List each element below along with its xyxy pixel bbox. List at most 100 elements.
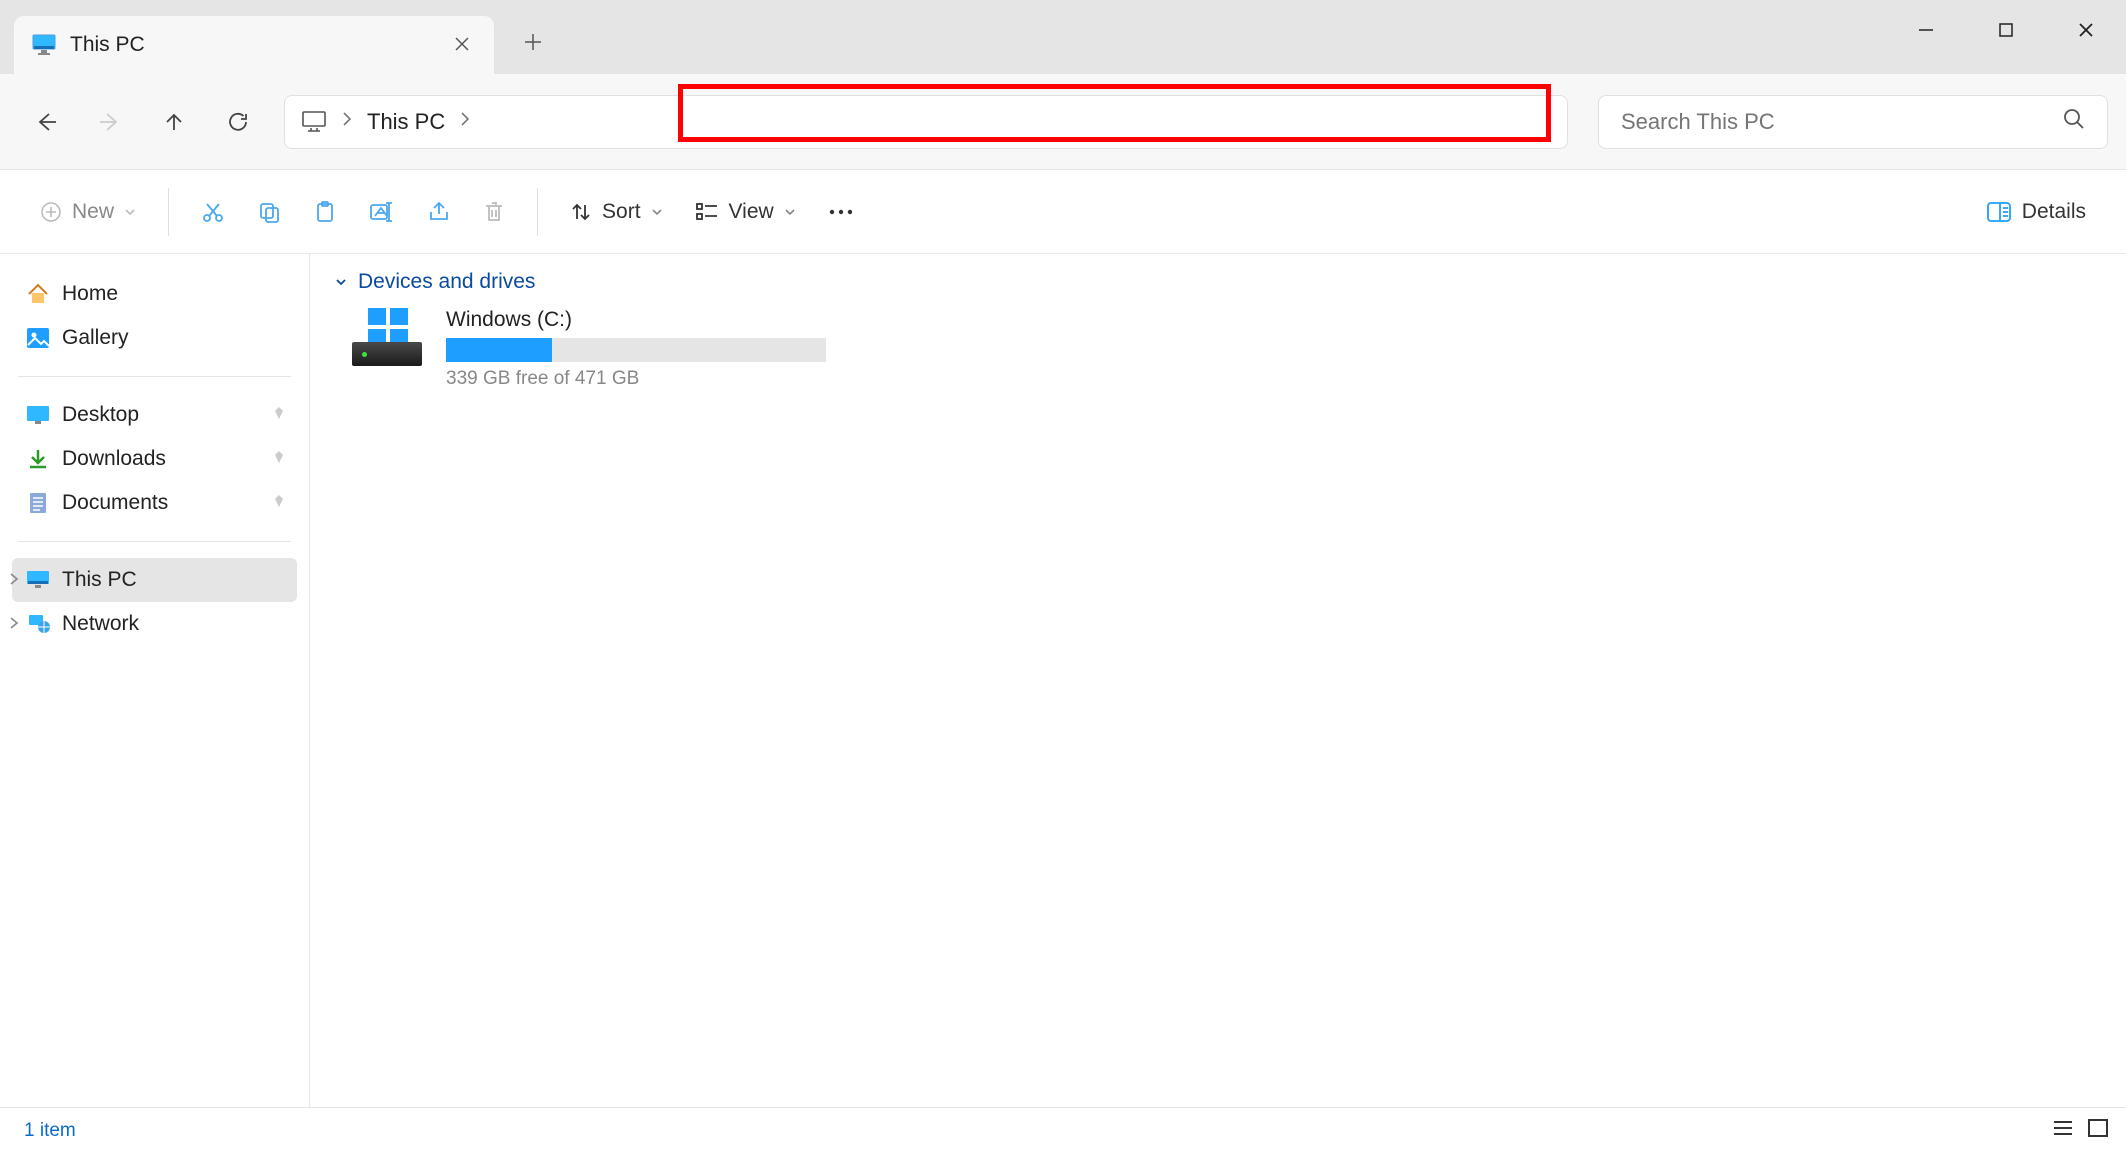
item-count: 1 item [24, 1120, 76, 1142]
window-controls [1886, 0, 2126, 60]
desktop-icon [26, 404, 50, 426]
search-input[interactable] [1621, 109, 2063, 135]
chevron-right-icon[interactable] [341, 111, 353, 132]
up-icon [162, 110, 186, 134]
breadcrumb-this-pc[interactable]: This PC [367, 109, 445, 135]
address-bar[interactable]: This PC [284, 95, 1568, 149]
refresh-icon [226, 110, 250, 134]
rename-button[interactable] [355, 188, 409, 236]
navigation-pane: Home Gallery Desktop Downloads Documents… [0, 254, 310, 1107]
sidebar-label: Documents [62, 491, 168, 515]
chevron-right-icon[interactable] [459, 111, 471, 132]
chevron-down-icon [334, 275, 348, 289]
new-tab-button[interactable] [524, 27, 542, 58]
copy-icon [257, 200, 281, 224]
sidebar-item-gallery[interactable]: Gallery [12, 316, 297, 360]
cut-button[interactable] [187, 188, 239, 236]
minimize-icon [1917, 21, 1935, 39]
plus-icon [524, 33, 542, 51]
back-icon [34, 110, 58, 134]
title-bar: This PC [0, 0, 2126, 74]
cut-icon [201, 200, 225, 224]
content-area: Home Gallery Desktop Downloads Documents… [0, 254, 2126, 1107]
refresh-button[interactable] [210, 94, 266, 150]
pin-icon[interactable] [271, 491, 287, 515]
sidebar-label: Gallery [62, 326, 129, 350]
sidebar-label: Downloads [62, 447, 166, 471]
delete-button[interactable] [469, 188, 519, 236]
up-button[interactable] [146, 94, 202, 150]
close-window-button[interactable] [2046, 0, 2126, 60]
tab-close-button[interactable] [448, 26, 476, 64]
details-view-icon [2052, 1119, 2074, 1137]
separator [168, 188, 169, 236]
status-bar: 1 item [0, 1107, 2126, 1153]
separator [537, 188, 538, 236]
details-view-button[interactable] [2052, 1119, 2074, 1143]
sidebar-label: Network [62, 612, 139, 636]
large-icons-view-button[interactable] [2088, 1119, 2108, 1143]
copy-button[interactable] [243, 188, 295, 236]
hdd-icon [352, 342, 422, 366]
paste-icon [313, 200, 337, 224]
sidebar-item-desktop[interactable]: Desktop [12, 393, 297, 437]
navigation-bar: This PC [0, 74, 2126, 170]
tab-title: This PC [70, 33, 434, 57]
sidebar-divider [18, 376, 291, 377]
minimize-button[interactable] [1886, 0, 1966, 60]
sidebar-item-home[interactable]: Home [12, 272, 297, 316]
pin-icon[interactable] [271, 403, 287, 427]
view-button[interactable]: View [681, 188, 810, 236]
search-icon [2063, 108, 2085, 135]
sidebar-item-documents[interactable]: Documents [12, 481, 297, 525]
sidebar-item-downloads[interactable]: Downloads [12, 437, 297, 481]
drive-icon [352, 308, 422, 366]
main-pane: Devices and drives Windows (C:) 339 GB f… [310, 254, 2126, 1107]
chevron-down-icon [124, 206, 136, 218]
pc-outline-icon [301, 110, 327, 134]
drive-usage-fill [446, 338, 552, 362]
share-button[interactable] [413, 188, 465, 236]
maximize-icon [1998, 22, 2014, 38]
drive-item-c[interactable]: Windows (C:) 339 GB free of 471 GB [334, 308, 2102, 390]
new-label: New [72, 200, 114, 224]
pc-icon [26, 569, 50, 591]
details-pane-button[interactable]: Details [1972, 188, 2100, 236]
sort-button[interactable]: Sort [556, 188, 677, 236]
group-label: Devices and drives [358, 270, 535, 294]
pc-icon [32, 34, 56, 56]
forward-button[interactable] [82, 94, 138, 150]
sidebar-label: Home [62, 282, 118, 306]
chevron-right-icon[interactable] [8, 612, 20, 636]
sort-icon [570, 201, 592, 223]
ellipsis-icon [828, 207, 854, 217]
group-header-devices[interactable]: Devices and drives [334, 270, 2102, 294]
share-icon [427, 200, 451, 224]
downloads-icon [26, 448, 50, 470]
pin-icon[interactable] [271, 447, 287, 471]
search-box[interactable] [1598, 95, 2108, 149]
close-icon [2077, 21, 2095, 39]
sidebar-divider [18, 541, 291, 542]
drive-usage-bar [446, 338, 826, 362]
sidebar-item-this-pc[interactable]: This PC [12, 558, 297, 602]
view-label: View [729, 200, 774, 224]
new-button[interactable]: New [26, 188, 150, 236]
view-icon [695, 201, 719, 223]
large-icons-icon [2088, 1119, 2108, 1137]
rename-icon [369, 200, 395, 224]
close-icon [454, 36, 470, 52]
tab-this-pc[interactable]: This PC [14, 16, 494, 74]
sort-label: Sort [602, 200, 641, 224]
more-button[interactable] [814, 188, 868, 236]
home-icon [26, 283, 50, 305]
drive-info: Windows (C:) 339 GB free of 471 GB [446, 308, 826, 390]
paste-button[interactable] [299, 188, 351, 236]
details-label: Details [2022, 200, 2086, 224]
sidebar-item-network[interactable]: Network [12, 602, 297, 646]
back-button[interactable] [18, 94, 74, 150]
windows-logo-icon [368, 308, 408, 346]
maximize-button[interactable] [1966, 0, 2046, 60]
plus-circle-icon [40, 201, 62, 223]
chevron-right-icon[interactable] [8, 568, 20, 592]
